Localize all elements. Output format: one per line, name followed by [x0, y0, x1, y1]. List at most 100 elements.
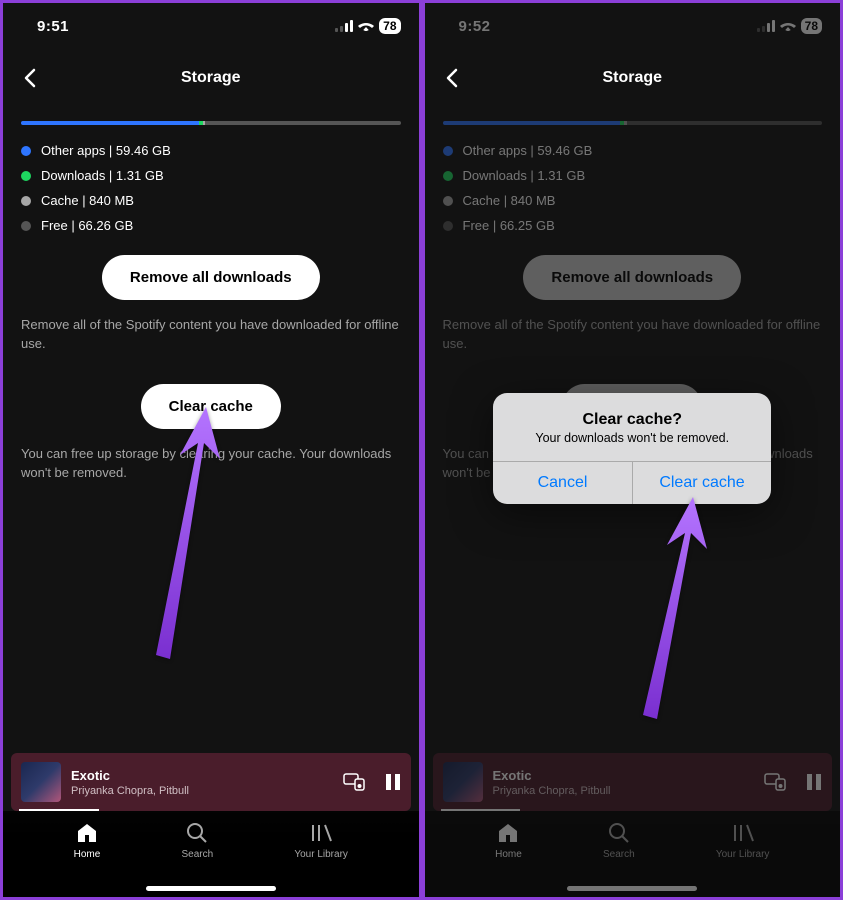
- nav-label: Search: [603, 849, 635, 860]
- now-playing-text: Exotic Priyanka Chopra, Pitbull: [71, 768, 333, 797]
- legend-item-cache: Cache | 840 MB: [443, 193, 823, 208]
- battery-icon: 78: [379, 18, 400, 34]
- now-playing-text: Exotic Priyanka Chopra, Pitbull: [493, 768, 755, 797]
- header: Storage: [425, 49, 841, 115]
- nav-bar: Home Search Your Library: [3, 811, 419, 897]
- nav-label: Home: [74, 849, 101, 860]
- storage-legend: Other apps | 59.46 GB Downloads | 1.31 G…: [443, 143, 823, 233]
- legend-item-downloads: Downloads | 1.31 GB: [21, 168, 401, 183]
- home-icon: [496, 821, 520, 845]
- legend-label: Cache | 840 MB: [463, 193, 556, 208]
- nav-label: Home: [495, 849, 522, 860]
- remove-downloads-helper: Remove all of the Spotify content you ha…: [443, 316, 823, 354]
- back-button[interactable]: [13, 61, 47, 95]
- pause-icon[interactable]: [806, 773, 822, 791]
- legend-item-cache: Cache | 840 MB: [21, 193, 401, 208]
- dot-icon: [443, 196, 453, 206]
- legend-label: Downloads | 1.31 GB: [463, 168, 586, 183]
- cellular-icon: [335, 20, 353, 32]
- track-artist: Priyanka Chopra, Pitbull: [493, 785, 755, 797]
- dialog-cancel-button[interactable]: Cancel: [493, 462, 633, 504]
- dot-icon: [443, 221, 453, 231]
- legend-item-apps: Other apps | 59.46 GB: [21, 143, 401, 158]
- remove-downloads-button[interactable]: Remove all downloads: [102, 255, 320, 300]
- dot-icon: [21, 221, 31, 231]
- screen-content: Other apps | 59.46 GB Downloads | 1.31 G…: [3, 121, 419, 482]
- dialog-message: Your downloads won't be removed.: [509, 431, 755, 445]
- dot-icon: [21, 196, 31, 206]
- status-bar: 9:51 78: [3, 3, 419, 49]
- clear-cache-dialog: Clear cache? Your downloads won't be rem…: [493, 393, 771, 504]
- status-bar: 9:52 78: [425, 3, 841, 49]
- clear-cache-helper: You can free up storage by clearing your…: [21, 445, 401, 483]
- track-title: Exotic: [71, 768, 333, 783]
- home-icon: [75, 821, 99, 845]
- storage-bar-segment-apps: [443, 121, 621, 125]
- legend-label: Free | 66.26 GB: [41, 218, 133, 233]
- dialog-title: Clear cache?: [509, 411, 755, 429]
- now-playing-controls: [343, 773, 401, 791]
- home-indicator[interactable]: [567, 886, 697, 891]
- nav-home[interactable]: Home: [74, 821, 101, 897]
- storage-bar-segment-apps: [21, 121, 199, 125]
- nav-label: Search: [181, 849, 213, 860]
- library-icon: [309, 821, 333, 845]
- status-indicators: 78: [757, 18, 822, 34]
- legend-label: Other apps | 59.46 GB: [41, 143, 171, 158]
- connect-device-icon[interactable]: [764, 773, 786, 791]
- status-indicators: 78: [335, 18, 400, 34]
- storage-bar: [443, 121, 823, 125]
- page-title: Storage: [425, 69, 841, 87]
- storage-bar-segment-free: [205, 121, 400, 125]
- status-time: 9:51: [37, 18, 69, 35]
- nav-library[interactable]: Your Library: [716, 821, 770, 897]
- legend-label: Downloads | 1.31 GB: [41, 168, 164, 183]
- nav-home[interactable]: Home: [495, 821, 522, 897]
- wifi-icon: [358, 20, 374, 32]
- annotation-arrow: [635, 493, 725, 728]
- status-time: 9:52: [459, 18, 491, 35]
- connect-device-icon[interactable]: [343, 773, 365, 791]
- pause-icon[interactable]: [385, 773, 401, 791]
- home-indicator[interactable]: [146, 886, 276, 891]
- cellular-icon: [757, 20, 775, 32]
- dialog-buttons: Cancel Clear cache: [493, 461, 771, 504]
- header: Storage: [3, 49, 419, 115]
- remove-downloads-button[interactable]: Remove all downloads: [523, 255, 741, 300]
- nav-library[interactable]: Your Library: [294, 821, 348, 897]
- dot-icon: [21, 171, 31, 181]
- chevron-left-icon: [446, 68, 458, 88]
- legend-item-free: Free | 66.26 GB: [21, 218, 401, 233]
- back-button[interactable]: [435, 61, 469, 95]
- storage-legend: Other apps | 59.46 GB Downloads | 1.31 G…: [21, 143, 401, 233]
- track-title: Exotic: [493, 768, 755, 783]
- wifi-icon: [780, 20, 796, 32]
- storage-bar-segment-free: [627, 121, 822, 125]
- dot-icon: [443, 146, 453, 156]
- battery-icon: 78: [801, 18, 822, 34]
- remove-downloads-helper: Remove all of the Spotify content you ha…: [21, 316, 401, 354]
- nav-label: Your Library: [294, 849, 348, 860]
- now-playing-bar[interactable]: Exotic Priyanka Chopra, Pitbull: [11, 753, 411, 811]
- search-icon: [185, 821, 209, 845]
- legend-label: Free | 66.25 GB: [463, 218, 555, 233]
- phone-right: 9:52 78 Storage: [422, 0, 843, 900]
- dot-icon: [21, 146, 31, 156]
- nav-label: Your Library: [716, 849, 770, 860]
- legend-item-free: Free | 66.25 GB: [443, 218, 823, 233]
- album-cover: [443, 762, 483, 802]
- dialog-confirm-button[interactable]: Clear cache: [633, 462, 772, 504]
- clear-cache-button[interactable]: Clear cache: [141, 384, 281, 429]
- page-title: Storage: [3, 69, 419, 87]
- legend-item-downloads: Downloads | 1.31 GB: [443, 168, 823, 183]
- dialog-header: Clear cache? Your downloads won't be rem…: [493, 393, 771, 461]
- now-playing-bar[interactable]: Exotic Priyanka Chopra, Pitbull: [433, 753, 833, 811]
- legend-label: Other apps | 59.46 GB: [463, 143, 593, 158]
- dot-icon: [443, 171, 453, 181]
- album-cover: [21, 762, 61, 802]
- now-playing-controls: [764, 773, 822, 791]
- search-icon: [607, 821, 631, 845]
- storage-bar: [21, 121, 401, 125]
- legend-item-apps: Other apps | 59.46 GB: [443, 143, 823, 158]
- library-icon: [731, 821, 755, 845]
